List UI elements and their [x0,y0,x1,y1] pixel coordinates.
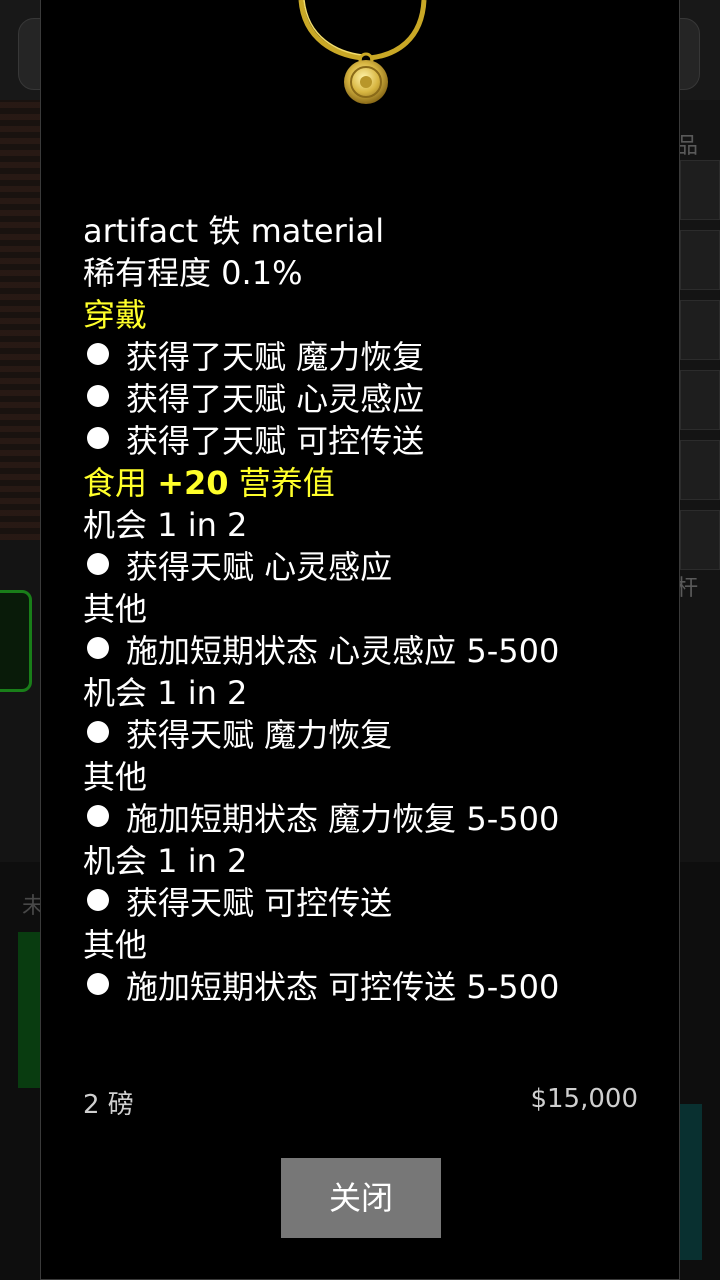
chance-success-effect: 获得天赋 可控传送 [83,882,643,924]
fallback-effect: 施加短期状态 可控传送 5-500 [83,966,643,1008]
chance-success-effect: 获得天赋 心灵感应 [83,546,643,588]
chance-label: 机会 1 in 2 [83,674,248,712]
item-price: $15,000 [530,1084,638,1114]
item-weight: 2 磅 [83,1090,134,1120]
wear-effect-item: 获得了天赋 可控传送 [83,420,643,462]
fallback-effect: 施加短期状态 魔力恢复 5-500 [83,798,643,840]
wear-effect-item: 获得了天赋 魔力恢复 [83,336,643,378]
consume-heading: 食用 +20 营养值 [83,462,643,504]
item-description: artifact 铁 material 稀有程度 0.1% 穿戴 获得了天赋 魔… [83,210,643,1008]
fallback-effect: 施加短期状态 心灵感应 5-500 [83,630,643,672]
else-label: 其他 [83,758,148,796]
item-rarity: 稀有程度 0.1% [83,254,303,292]
else-label: 其他 [83,590,148,628]
wear-effect-item: 获得了天赋 心灵感应 [83,378,643,420]
else-label: 其他 [83,926,148,964]
consume-heading-prefix: 食用 [83,464,158,502]
close-button[interactable]: 关闭 [281,1158,441,1238]
chance-success-effect: 获得天赋 魔力恢复 [83,714,643,756]
item-detail-dialog: artifact 铁 material 稀有程度 0.1% 穿戴 获得了天赋 魔… [40,0,680,1280]
chance-label: 机会 1 in 2 [83,842,248,880]
nutrition-value: +20 [157,464,229,502]
item-name: artifact 铁 material [83,212,385,250]
consume-heading-suffix: 营养值 [228,464,335,502]
wear-heading: 穿戴 [83,296,148,334]
chance-label: 机会 1 in 2 [83,506,248,544]
gold-amulet-icon [298,0,427,104]
